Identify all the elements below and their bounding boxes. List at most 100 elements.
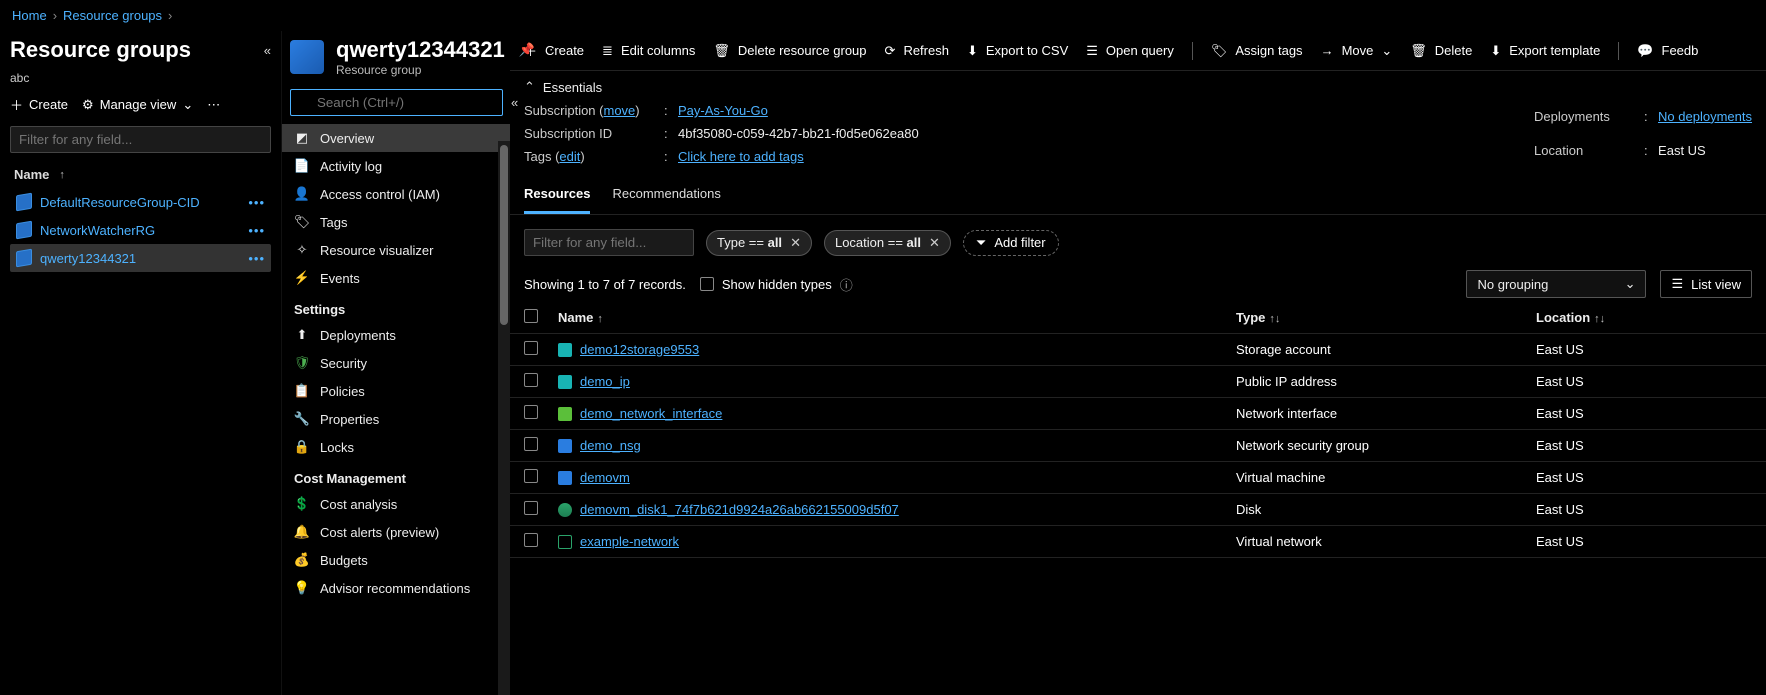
rg-item[interactable]: NetworkWatcherRG ••• (10, 216, 271, 244)
more-icon[interactable]: ⋯ (549, 42, 562, 58)
nav-item-security[interactable]: 🛡 Security (282, 349, 510, 377)
page-subtitle: Resource group (336, 63, 562, 77)
collapse-nav-icon[interactable]: « (511, 95, 518, 110)
table-row[interactable]: demovmVirtual machineEast US (510, 462, 1766, 494)
nav-item-tags[interactable]: 🏷 Tags (282, 208, 510, 236)
add-tags-link[interactable]: Click here to add tags (678, 149, 919, 164)
create-button[interactable]: ＋ Create (10, 95, 68, 114)
info-icon[interactable]: ⓘ (840, 275, 853, 294)
nav-item-budgets[interactable]: 💰 Budgets (282, 546, 510, 574)
nav-item-locks[interactable]: 🔒 Locks (282, 433, 510, 461)
row-checkbox[interactable] (524, 437, 538, 451)
nav-item-properties[interactable]: 🔧 Properties (282, 405, 510, 433)
resource-link[interactable]: demo_nsg (580, 438, 641, 453)
nav-item-access-control[interactable]: 👤 Access control (IAM) (282, 180, 510, 208)
nav-scrollbar[interactable] (498, 141, 510, 695)
open-query-button[interactable]: ☰Open query (1086, 43, 1174, 59)
table-row[interactable]: demo_ipPublic IP addressEast US (510, 366, 1766, 398)
list-view-label: List view (1691, 277, 1741, 292)
sort-icon: ↑↓ (1594, 313, 1605, 325)
nav-item-label: Overview (320, 131, 374, 146)
row-checkbox[interactable] (524, 501, 538, 515)
manage-view-button[interactable]: ⚙ Manage view ⌄ (82, 97, 193, 113)
tags-label: Tags (edit) (524, 149, 664, 164)
tab-resources[interactable]: Resources (524, 186, 590, 214)
edit-columns-button[interactable]: ≣Edit columns (602, 43, 695, 59)
feedback-button[interactable]: 💬Feedb (1637, 43, 1698, 59)
breadcrumb-home[interactable]: Home (12, 8, 47, 23)
nav-item-cost-analysis[interactable]: 💲 Cost analysis (282, 490, 510, 518)
col-location[interactable]: Location↑↓ (1526, 302, 1766, 334)
breadcrumb-resource-groups[interactable]: Resource groups (63, 8, 162, 23)
rg-item-more[interactable]: ••• (248, 223, 265, 238)
table-row[interactable]: demo_nsgNetwork security groupEast US (510, 430, 1766, 462)
row-checkbox[interactable] (524, 469, 538, 483)
rg-item-more[interactable]: ••• (248, 195, 265, 210)
name-column-header[interactable]: Name ↑ (10, 161, 271, 188)
refresh-button[interactable]: ⟳Refresh (885, 43, 949, 59)
col-name[interactable]: Name↑ (548, 302, 1226, 334)
type-filter-pill[interactable]: Type == all ✕ (706, 230, 812, 256)
nav-search-input[interactable] (290, 89, 503, 116)
row-checkbox[interactable] (524, 341, 538, 355)
resource-link[interactable]: demovm_disk1_74f7b621d9924a26ab662155009… (580, 502, 899, 517)
advisor-icon: 💡 (294, 580, 310, 596)
nav-item-cost-alerts[interactable]: 🔔 Cost alerts (preview) (282, 518, 510, 546)
table-row[interactable]: demovm_disk1_74f7b621d9924a26ab662155009… (510, 494, 1766, 526)
move-label: Move (1342, 43, 1374, 58)
collapse-left-icon[interactable]: « (264, 43, 271, 58)
row-checkbox[interactable] (524, 533, 538, 547)
resource-link[interactable]: demo_ip (580, 374, 630, 389)
grouping-select[interactable]: No grouping ⌄ (1466, 270, 1646, 298)
nav-item-activity-log[interactable]: 📄 Activity log (282, 152, 510, 180)
export-template-button[interactable]: ⬇Export template (1490, 43, 1600, 59)
show-hidden-checkbox[interactable] (700, 277, 714, 291)
deployments-link[interactable]: No deployments (1658, 109, 1752, 124)
more-button[interactable]: ⋯ (207, 97, 220, 113)
resource-filter-input[interactable] (524, 229, 694, 256)
resource-type: Virtual network (1226, 526, 1526, 558)
delete-button[interactable]: 🗑Delete (1410, 43, 1472, 59)
location-filter-pill[interactable]: Location == all ✕ (824, 230, 951, 256)
rg-item-more[interactable]: ••• (248, 251, 265, 266)
nav-item-events[interactable]: ⚡ Events (282, 264, 510, 292)
edit-tags-link[interactable]: edit (559, 149, 580, 164)
nav-item-policies[interactable]: 📋 Policies (282, 377, 510, 405)
resource-location: East US (1526, 398, 1766, 430)
rg-item[interactable]: DefaultResourceGroup-CID ••• (10, 188, 271, 216)
nav-item-advisor[interactable]: 💡 Advisor recommendations (282, 574, 510, 602)
list-view-button[interactable]: ☰ List view (1660, 270, 1752, 298)
row-checkbox[interactable] (524, 405, 538, 419)
col-type[interactable]: Type↑↓ (1226, 302, 1526, 334)
resource-link[interactable]: demovm (580, 470, 630, 485)
row-checkbox[interactable] (524, 373, 538, 387)
select-all-checkbox[interactable] (524, 309, 538, 323)
resource-group-icon (16, 249, 32, 268)
table-row[interactable]: demo_network_interfaceNetwork interfaceE… (510, 398, 1766, 430)
tab-recommendations[interactable]: Recommendations (612, 186, 720, 214)
resource-link[interactable]: demo12storage9553 (580, 342, 699, 357)
subscription-link[interactable]: Pay-As-You-Go (678, 103, 919, 118)
nav-item-overview[interactable]: ◩ Overview (282, 124, 510, 152)
resource-groups-panel: Resource groups « abc ＋ Create ⚙ Manage … (0, 31, 282, 695)
table-row[interactable]: example-networkVirtual networkEast US (510, 526, 1766, 558)
add-filter-button[interactable]: ⏷ Add filter (963, 230, 1059, 256)
resource-link[interactable]: example-network (580, 534, 679, 549)
rg-item[interactable]: qwerty12344321 ••• (10, 244, 271, 272)
close-icon[interactable]: ✕ (929, 235, 940, 251)
move-button[interactable]: →Move⌄ (1321, 43, 1393, 59)
close-icon[interactable]: ✕ (790, 235, 801, 251)
filter-input[interactable] (10, 126, 271, 153)
essentials-toggle[interactable]: ⌃ Essentials (510, 71, 1766, 99)
delete-rg-button[interactable]: 🗑Delete resource group (713, 43, 866, 59)
assign-tags-button[interactable]: 🏷Assign tags (1211, 43, 1303, 59)
move-subscription-link[interactable]: move (604, 103, 636, 118)
resource-link[interactable]: demo_network_interface (580, 406, 722, 421)
pin-icon[interactable]: 📌 (519, 42, 535, 58)
nav-item-resource-visualizer[interactable]: ✧ Resource visualizer (282, 236, 510, 264)
export-csv-button[interactable]: ⬇Export to CSV (967, 43, 1068, 59)
table-row[interactable]: demo12storage9553Storage accountEast US (510, 334, 1766, 366)
resource-type-icon (558, 343, 572, 357)
nav-item-deployments[interactable]: ⬆ Deployments (282, 321, 510, 349)
scrollbar-thumb[interactable] (500, 145, 508, 325)
